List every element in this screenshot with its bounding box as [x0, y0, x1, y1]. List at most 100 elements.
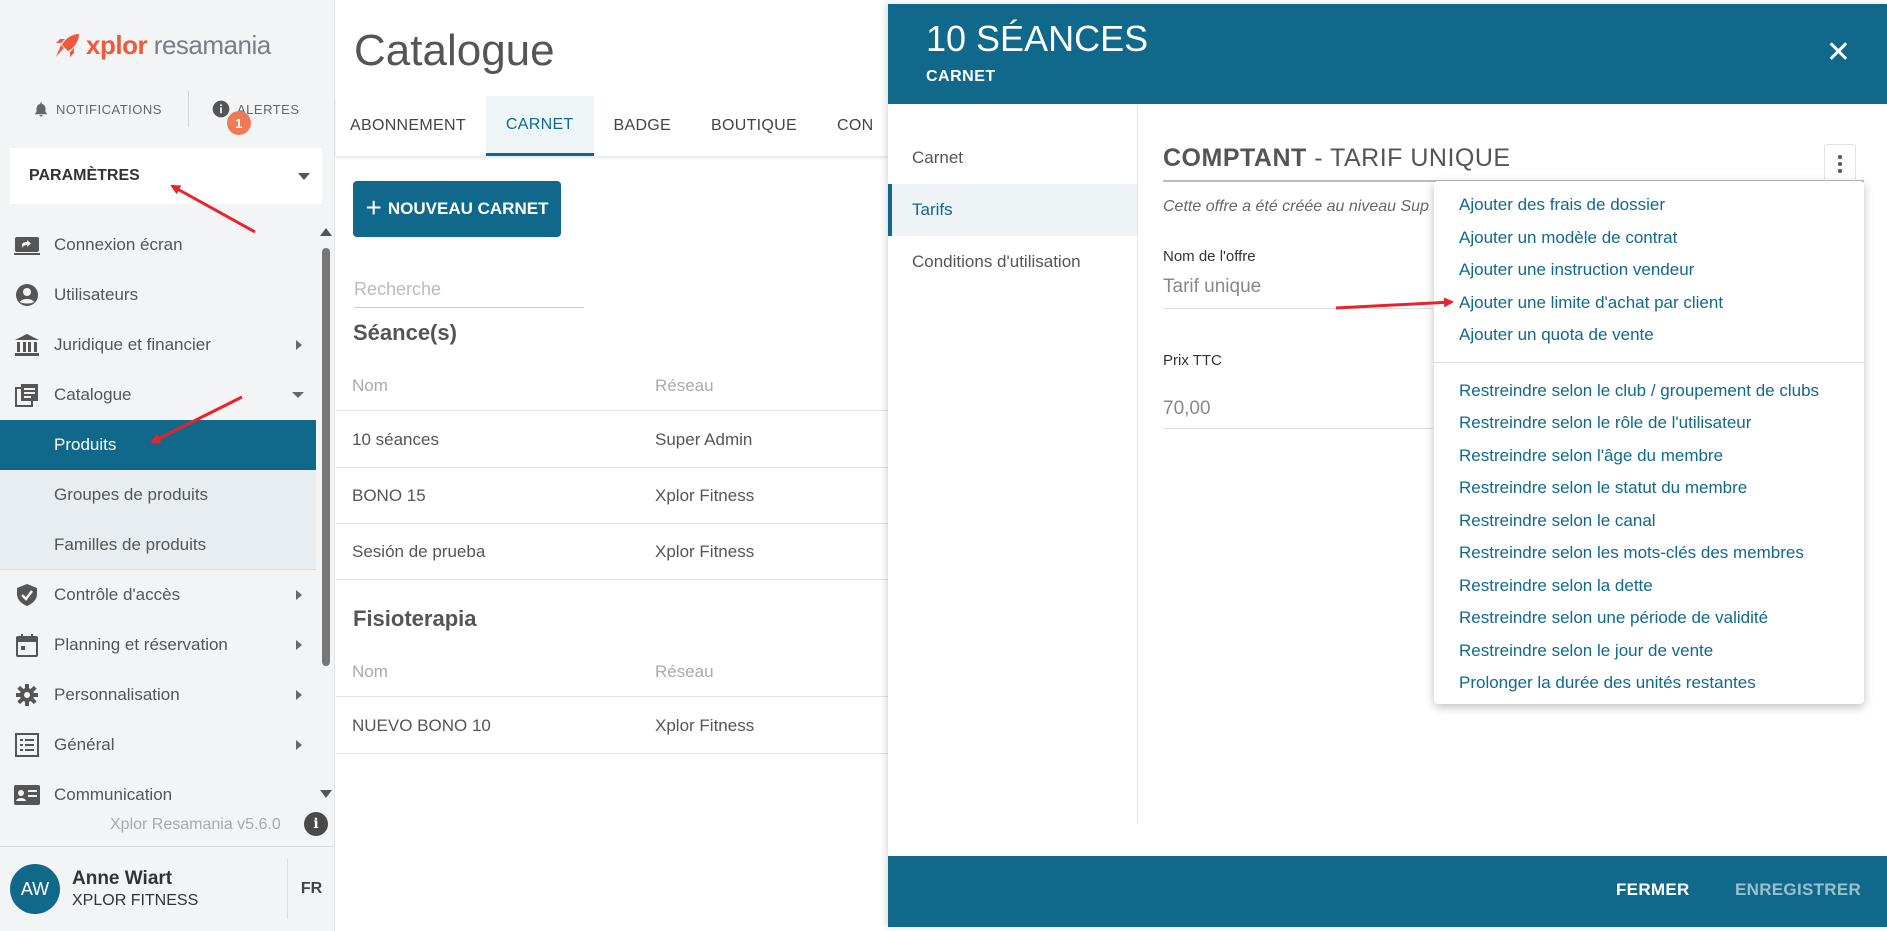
menu-item[interactable]: Restreindre selon la dette [1434, 570, 1864, 603]
table-row[interactable]: Sesión de prueba Xplor Fitness [336, 524, 888, 580]
sidebar-item-controle-acces[interactable]: Contrôle d'accès [0, 570, 316, 620]
chevron-right-icon [296, 340, 302, 350]
user-bar: AW Anne Wiart XPLOR FITNESS FR [0, 846, 335, 931]
settings-dropdown-label: PARAMÈTRES [29, 167, 140, 184]
menu-divider [1434, 361, 1864, 363]
menu-item[interactable]: Ajouter une instruction vendeur [1434, 254, 1864, 287]
column-header-network: Réseau [655, 661, 714, 681]
search-input[interactable] [354, 272, 584, 308]
sidebar-item-juridique[interactable]: Juridique et financier [0, 320, 316, 370]
scroll-down-arrow-icon[interactable] [320, 790, 332, 798]
row-network: Xplor Fitness [655, 485, 755, 505]
column-header-name: Nom [352, 661, 388, 681]
panel-nav: Carnet Tarifs Conditions d'utilisation [888, 104, 1138, 824]
user-name: Anne Wiart [72, 868, 173, 889]
sidebar-item-groupes-produits[interactable]: Groupes de produits [0, 470, 316, 520]
save-button[interactable]: ENREGISTRER [1735, 880, 1861, 900]
tab-con[interactable]: CON [817, 96, 893, 156]
sidebar-menu: Connexion écran Utilisateurs Juridique e… [0, 220, 316, 820]
alerts-count-badge: 1 [227, 111, 251, 135]
sidebar-item-general[interactable]: Général [0, 720, 316, 770]
sidebar-item-label: Produits [54, 435, 117, 454]
tab-abonnement[interactable]: ABONNEMENT [336, 96, 486, 156]
plus-icon: + [365, 192, 382, 223]
sidebar-item-familles-produits[interactable]: Familles de produits [0, 520, 316, 570]
sidebar-item-label: Planning et réservation [54, 635, 228, 654]
sidebar-item-communication[interactable]: Communication [0, 770, 316, 820]
menu-item[interactable]: Restreindre selon le statut du membre [1434, 472, 1864, 505]
section-title: Fisioterapia [353, 606, 477, 631]
info-icon[interactable]: i [304, 812, 328, 836]
new-carnet-button[interactable]: + NOUVEAU CARNET [353, 181, 561, 237]
menu-item[interactable]: Ajouter une limite d'achat par client [1434, 287, 1864, 320]
sidebar-item-catalogue[interactable]: Catalogue [0, 370, 316, 420]
sidebar: xplor resamania NOTIFICATIONS ALERTES 1 … [0, 0, 335, 931]
panel-nav-conditions[interactable]: Conditions d'utilisation [888, 236, 1137, 288]
rocket-logo-icon [56, 33, 79, 57]
language-selector[interactable]: FR [287, 859, 335, 919]
menu-item[interactable]: Restreindre selon le jour de vente [1434, 635, 1864, 668]
sidebar-item-utilisateurs[interactable]: Utilisateurs [0, 270, 316, 320]
price-field[interactable]: 70,00 [1163, 398, 1211, 420]
tab-carnet[interactable]: CARNET [485, 96, 594, 156]
menu-item[interactable]: Restreindre selon le canal [1434, 505, 1864, 538]
sidebar-item-label: Utilisateurs [54, 285, 139, 304]
screen-share-icon [12, 233, 42, 257]
settings-dropdown[interactable]: PARAMÈTRES [10, 148, 322, 204]
app-version: Xplor Resamania v5.6.0 [110, 816, 281, 833]
bank-icon [12, 333, 42, 357]
menu-item[interactable]: Restreindre selon une période de validit… [1434, 602, 1864, 635]
sidebar-item-planning[interactable]: Planning et réservation [0, 620, 316, 670]
tab-badge[interactable]: BADGE [594, 96, 692, 156]
panel-footer: FERMER ENREGISTRER [888, 856, 1887, 927]
user-info[interactable]: Anne Wiart XPLOR FITNESS [72, 868, 198, 910]
chevron-down-icon [292, 392, 304, 398]
chevron-right-icon [296, 590, 302, 600]
sidebar-item-label: Communication [54, 785, 173, 804]
notifications-label: NOTIFICATIONS [56, 101, 162, 117]
brand-logo[interactable]: xplor resamania [52, 30, 271, 61]
avatar[interactable]: AW [10, 864, 60, 914]
catalogue-tabs: ABONNEMENT CARNET BADGE BOUTIQUE CON [336, 96, 888, 156]
sidebar-item-label: Juridique et financier [54, 335, 211, 354]
panel-nav-carnet[interactable]: Carnet [888, 132, 1137, 184]
row-name: NUEVO BONO 10 [352, 715, 491, 735]
chevron-right-icon [296, 640, 302, 650]
options-menu: Ajouter des frais de dossier Ajouter un … [1434, 181, 1864, 704]
list-icon [12, 733, 42, 757]
sidebar-item-connexion-ecran[interactable]: Connexion écran [0, 220, 316, 270]
column-header-network: Réseau [655, 375, 714, 395]
menu-item[interactable]: Ajouter un quota de vente [1434, 319, 1864, 352]
menu-item[interactable]: Ajouter des frais de dossier [1434, 189, 1864, 222]
menu-item[interactable]: Restreindre selon le rôle de l'utilisate… [1434, 407, 1864, 440]
more-options-button[interactable] [1824, 144, 1856, 184]
tab-boutique[interactable]: BOUTIQUE [691, 96, 817, 156]
notification-bar: NOTIFICATIONS ALERTES 1 [0, 90, 335, 135]
sidebar-item-label: Personnalisation [54, 685, 180, 704]
panel-header: 10 SÉANCES CARNET ✕ [888, 4, 1887, 104]
sidebar-scrollbar-thumb[interactable] [322, 248, 330, 666]
menu-item[interactable]: Restreindre selon le club / groupement d… [1434, 375, 1864, 408]
menu-item[interactable]: Ajouter un modèle de contrat [1434, 222, 1864, 255]
table-row[interactable]: 10 séances Super Admin [336, 412, 888, 468]
scroll-up-arrow-icon[interactable] [320, 228, 332, 236]
close-button[interactable]: FERMER [1616, 880, 1690, 900]
table-header: Nom Réseau [336, 361, 888, 411]
menu-item[interactable]: Restreindre selon l'âge du membre [1434, 440, 1864, 473]
menu-item[interactable]: Restreindre selon les mots-clés des memb… [1434, 537, 1864, 570]
table-row[interactable]: BONO 15 Xplor Fitness [336, 468, 888, 524]
offer-name-field[interactable]: Tarif unique [1163, 276, 1261, 298]
offer-name-underline [1163, 308, 1433, 309]
sidebar-item-personnalisation[interactable]: Personnalisation [0, 670, 316, 720]
panel-nav-tarifs[interactable]: Tarifs [888, 184, 1137, 236]
menu-item[interactable]: Prolonger la durée des unités restantes [1434, 667, 1864, 700]
table-row[interactable]: NUEVO BONO 10 Xplor Fitness [336, 698, 888, 754]
sidebar-item-label: Connexion écran [54, 235, 183, 254]
alerts-button[interactable]: ALERTES 1 [188, 91, 300, 135]
sidebar-item-produits[interactable]: Produits [0, 420, 316, 470]
close-icon[interactable]: ✕ [1826, 38, 1851, 68]
app-root: xplor resamania NOTIFICATIONS ALERTES 1 … [0, 0, 1887, 931]
sidebar-item-label: Général [54, 735, 115, 754]
notifications-button[interactable]: NOTIFICATIONS [0, 100, 188, 118]
panel-subtitle: CARNET [926, 68, 996, 85]
